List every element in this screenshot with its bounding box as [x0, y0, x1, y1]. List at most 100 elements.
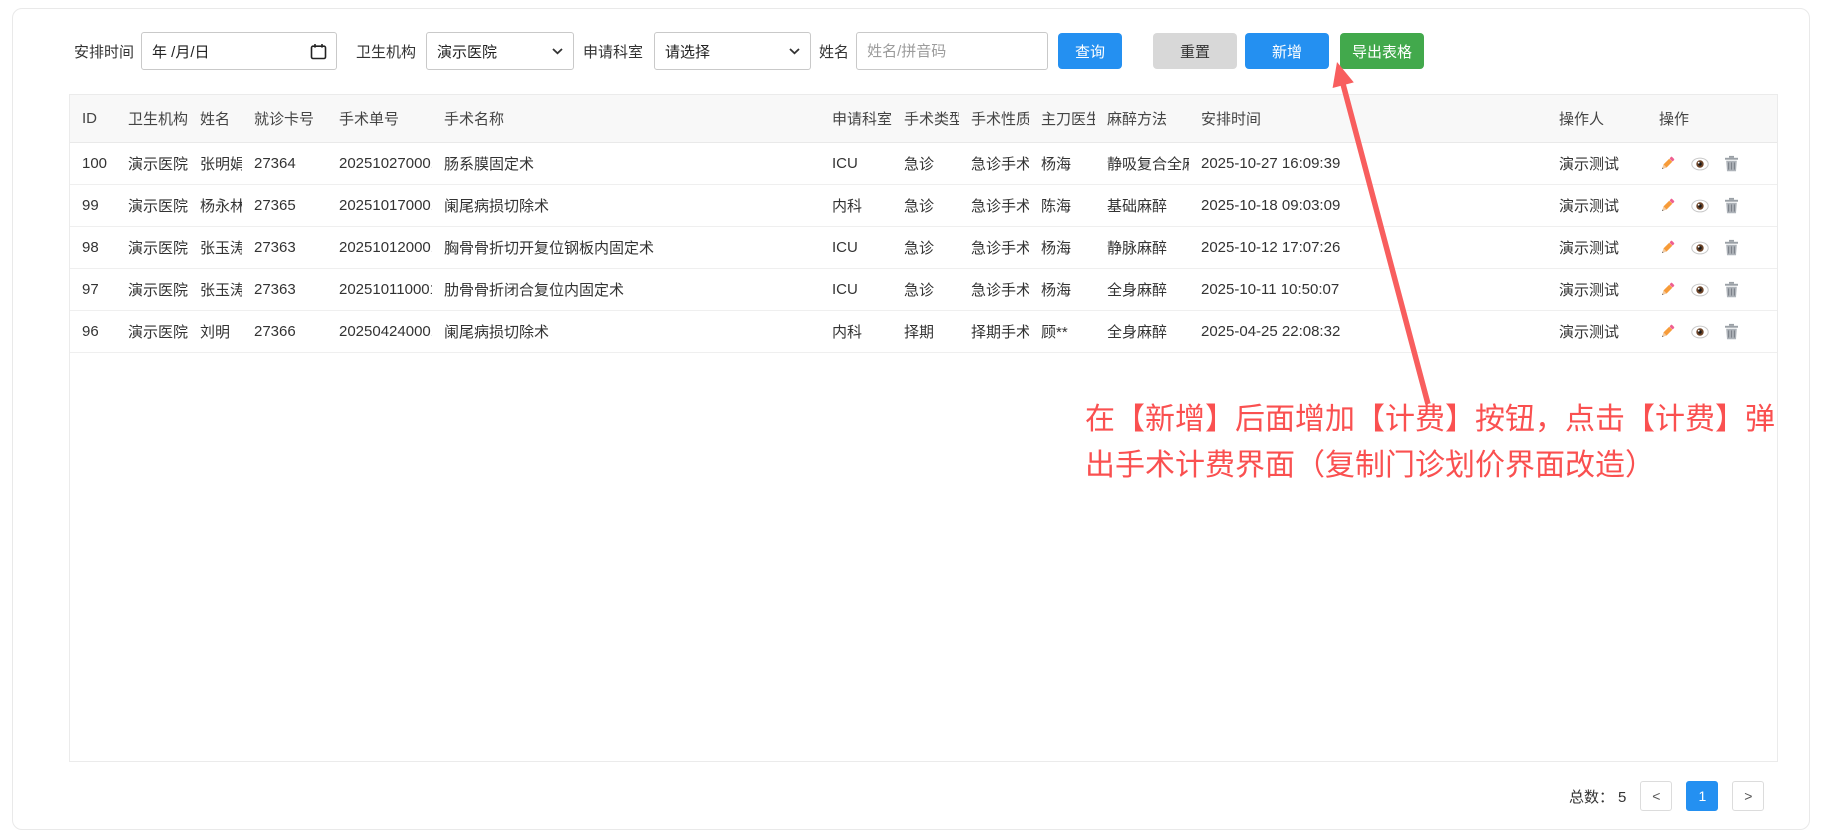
- edit-pencil-icon[interactable]: [1659, 323, 1676, 340]
- patient-name-input[interactable]: [856, 32, 1048, 70]
- cell-operator: 演示测试: [1547, 227, 1647, 269]
- dept-select[interactable]: 请选择: [654, 32, 811, 70]
- column-header: 安排时间: [1189, 95, 1547, 143]
- cell-operator: 演示测试: [1547, 269, 1647, 311]
- cell-surgeon: 杨海: [1029, 227, 1095, 269]
- edit-pencil-icon[interactable]: [1659, 281, 1676, 298]
- cell-dept: ICU: [820, 227, 892, 269]
- cell-name: 张玉涛: [188, 269, 242, 311]
- patient-name-label: 姓名: [819, 41, 849, 62]
- cell-name: 刘明: [188, 311, 242, 353]
- column-header: 申请科室: [820, 95, 892, 143]
- cell-anesthesia: 静吸复合全麻: [1095, 143, 1189, 185]
- cell-name: 张明娟: [188, 143, 242, 185]
- row-actions: [1647, 143, 1777, 185]
- edit-pencil-icon[interactable]: [1659, 239, 1676, 256]
- schedule-time-label: 安排时间: [74, 41, 134, 62]
- total-count: 总数：5: [1569, 786, 1626, 807]
- cell-org: 演示医院: [116, 269, 188, 311]
- column-header: 手术名称: [432, 95, 820, 143]
- cell-surgery: 肋骨骨折闭合复位内固定术: [432, 269, 820, 311]
- org-label: 卫生机构: [356, 41, 416, 62]
- view-eye-icon[interactable]: [1691, 241, 1709, 255]
- column-header: 姓名: [188, 95, 242, 143]
- next-page-button[interactable]: >: [1732, 781, 1764, 811]
- column-header: 手术性质: [959, 95, 1029, 143]
- cell-org: 演示医院: [116, 143, 188, 185]
- cell-time: 2025-10-12 17:07:26: [1189, 227, 1547, 269]
- delete-trash-icon[interactable]: [1724, 239, 1739, 256]
- view-eye-icon[interactable]: [1691, 325, 1709, 339]
- delete-trash-icon[interactable]: [1724, 323, 1739, 340]
- cell-org: 演示医院: [116, 311, 188, 353]
- cell-id: 99: [70, 185, 116, 227]
- calendar-icon[interactable]: [310, 43, 327, 60]
- column-header: 手术单号: [327, 95, 432, 143]
- table-row: 96演示医院刘明27366202504240001阑尾病损切除术内科择期择期手术…: [70, 311, 1777, 353]
- row-actions: [1647, 311, 1777, 353]
- total-count-value: 5: [1618, 789, 1626, 806]
- cell-name: 张玉涛: [188, 227, 242, 269]
- chevron-down-icon: [789, 48, 800, 55]
- cell-type: 择期: [892, 311, 959, 353]
- cell-type: 急诊: [892, 143, 959, 185]
- table-row: 99演示医院杨永林27365202510170001阑尾病损切除术内科急诊急诊手…: [70, 185, 1777, 227]
- org-select[interactable]: 演示医院: [426, 32, 574, 70]
- cell-order_no: 202510120001: [327, 227, 432, 269]
- reset-button[interactable]: 重置: [1153, 33, 1237, 69]
- cell-time: 2025-04-25 22:08:32: [1189, 311, 1547, 353]
- cell-nature: 急诊手术: [959, 185, 1029, 227]
- cell-order_no: 202504240001: [327, 311, 432, 353]
- cell-dept: ICU: [820, 269, 892, 311]
- chevron-down-icon: [552, 48, 563, 55]
- annotation-text: 在【新增】后面增加【计费】按钮，点击【计费】弹出手术计费界面（复制门诊划价界面改…: [1085, 397, 1795, 489]
- cell-time: 2025-10-27 16:09:39: [1189, 143, 1547, 185]
- filter-bar: 安排时间 年 /月/日 卫生机构 演示医院 申请科室 请选择: [74, 32, 1424, 70]
- cell-anesthesia: 静脉麻醉: [1095, 227, 1189, 269]
- cell-org: 演示医院: [116, 185, 188, 227]
- cell-dept: 内科: [820, 185, 892, 227]
- cell-surgeon: 顾**: [1029, 311, 1095, 353]
- cell-order_no: 202510270001: [327, 143, 432, 185]
- date-value: 年 /月/日: [152, 41, 210, 62]
- cell-surgery: 肠系膜固定术: [432, 143, 820, 185]
- cell-operator: 演示测试: [1547, 311, 1647, 353]
- cell-nature: 急诊手术: [959, 227, 1029, 269]
- cell-surgeon: 杨海: [1029, 143, 1095, 185]
- edit-pencil-icon[interactable]: [1659, 155, 1676, 172]
- delete-trash-icon[interactable]: [1724, 197, 1739, 214]
- column-header: 手术类型: [892, 95, 959, 143]
- view-eye-icon[interactable]: [1691, 157, 1709, 171]
- cell-type: 急诊: [892, 227, 959, 269]
- view-eye-icon[interactable]: [1691, 283, 1709, 297]
- cell-card_no: 27363: [242, 227, 327, 269]
- search-button[interactable]: 查询: [1058, 33, 1122, 69]
- row-actions: [1647, 185, 1777, 227]
- org-select-value: 演示医院: [437, 41, 497, 62]
- cell-name: 杨永林: [188, 185, 242, 227]
- cell-surgeon: 杨海: [1029, 269, 1095, 311]
- delete-trash-icon[interactable]: [1724, 281, 1739, 298]
- cell-card_no: 27365: [242, 185, 327, 227]
- column-header: 就诊卡号: [242, 95, 327, 143]
- prev-page-button[interactable]: <: [1640, 781, 1672, 811]
- view-eye-icon[interactable]: [1691, 199, 1709, 213]
- delete-trash-icon[interactable]: [1724, 155, 1739, 172]
- cell-type: 急诊: [892, 185, 959, 227]
- edit-pencil-icon[interactable]: [1659, 197, 1676, 214]
- cell-card_no: 27366: [242, 311, 327, 353]
- cell-operator: 演示测试: [1547, 143, 1647, 185]
- cell-anesthesia: 全身麻醉: [1095, 269, 1189, 311]
- table-row: 97演示医院张玉涛27363202510110001肋骨骨折闭合复位内固定术IC…: [70, 269, 1777, 311]
- export-button[interactable]: 导出表格: [1340, 33, 1424, 69]
- add-button[interactable]: 新增: [1245, 33, 1329, 69]
- table-body: 100演示医院张明娟27364202510270001肠系膜固定术ICU急诊急诊…: [70, 143, 1777, 353]
- cell-id: 96: [70, 311, 116, 353]
- schedule-date-input[interactable]: 年 /月/日: [141, 32, 337, 70]
- cell-id: 97: [70, 269, 116, 311]
- page-number-button[interactable]: 1: [1686, 781, 1718, 811]
- column-header: 麻醉方法: [1095, 95, 1189, 143]
- column-header: 操作: [1647, 95, 1777, 143]
- cell-dept: ICU: [820, 143, 892, 185]
- cell-surgery: 胸骨骨折切开复位钢板内固定术: [432, 227, 820, 269]
